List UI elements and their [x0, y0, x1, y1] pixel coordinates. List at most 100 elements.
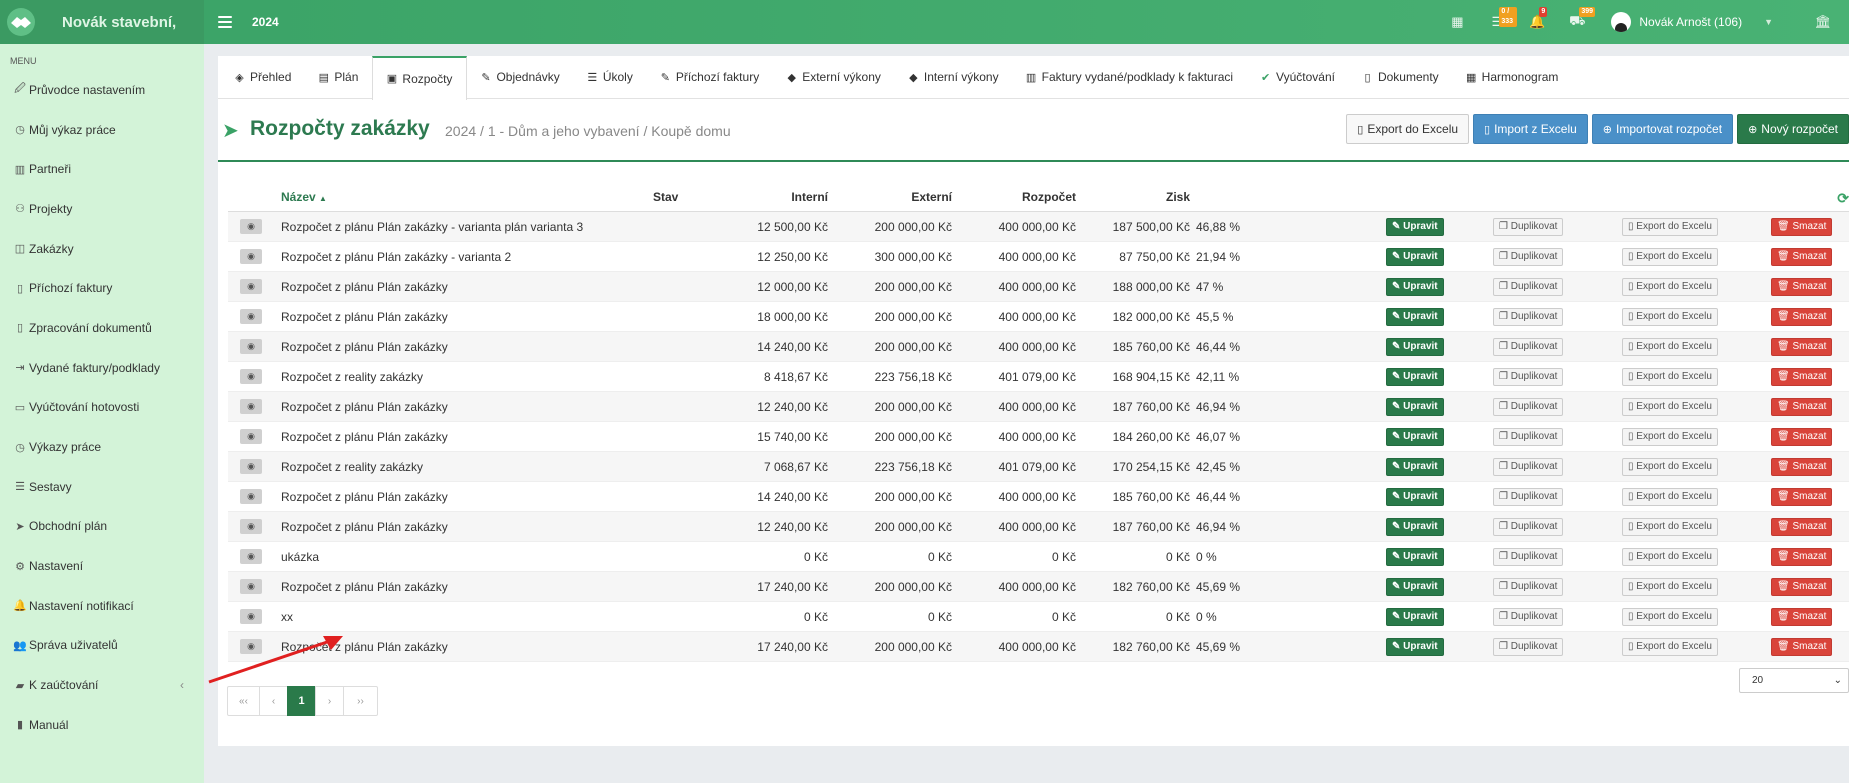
export-row-button[interactable]: ▯ Export do Excelu — [1622, 578, 1718, 596]
tab-2[interactable]: ▤ Plán — [305, 56, 372, 99]
export-row-button[interactable]: ▯ Export do Excelu — [1622, 368, 1718, 386]
edit-button[interactable]: ✎ Upravit — [1386, 218, 1444, 236]
page-last-button[interactable]: ›› — [343, 686, 378, 716]
tab-6[interactable]: ✎ Příchozí faktury — [647, 56, 773, 99]
tab-9[interactable]: ▥ Faktury vydané/podklady k fakturaci — [1013, 56, 1247, 99]
eye-icon[interactable]: ◉ — [240, 399, 262, 414]
per-page-select[interactable]: 20 ⌄ — [1739, 668, 1849, 693]
sidebar-item-výkazy-práce[interactable]: ◷ Výkazy práce — [0, 427, 204, 467]
sidebar-item-vydané-faktury-podklady[interactable]: ⇥ Vydané faktury/podklady — [0, 348, 204, 388]
export-row-button[interactable]: ▯ Export do Excelu — [1622, 428, 1718, 446]
delete-button[interactable]: 🗑 Smazat — [1771, 248, 1833, 266]
edit-button[interactable]: ✎ Upravit — [1386, 578, 1444, 596]
duplicate-button[interactable]: ❐ Duplikovat — [1493, 428, 1564, 446]
edit-button[interactable]: ✎ Upravit — [1386, 338, 1444, 356]
duplicate-button[interactable]: ❐ Duplikovat — [1493, 548, 1564, 566]
sidebar-item-partneři[interactable]: ▥ Partneři — [0, 149, 204, 189]
eye-icon[interactable]: ◉ — [240, 579, 262, 594]
eye-icon[interactable]: ◉ — [240, 279, 262, 294]
tasks-icon[interactable]: ☰ 0 / 333 — [1477, 0, 1518, 44]
export-row-button[interactable]: ▯ Export do Excelu — [1622, 548, 1718, 566]
duplicate-button[interactable]: ❐ Duplikovat — [1493, 248, 1564, 266]
sidebar-item-zakázky[interactable]: ◫ Zakázky — [0, 229, 204, 269]
delete-button[interactable]: 🗑 Smazat — [1771, 308, 1833, 326]
export-row-button[interactable]: ▯ Export do Excelu — [1622, 638, 1718, 656]
eye-icon[interactable]: ◉ — [240, 249, 262, 264]
sidebar-item-sestavy[interactable]: ☰ Sestavy — [0, 467, 204, 507]
tab-5[interactable]: ☰ Úkoly — [574, 56, 647, 99]
edit-button[interactable]: ✎ Upravit — [1386, 398, 1444, 416]
edit-button[interactable]: ✎ Upravit — [1386, 608, 1444, 626]
brand[interactable]: Novák stavební, — [0, 0, 204, 44]
tab-12[interactable]: ▦ Harmonogram — [1453, 56, 1573, 99]
sidebar-item-nastavení-notifikací[interactable]: 🔔 Nastavení notifikací — [0, 586, 204, 626]
page-next-button[interactable]: › — [315, 686, 344, 716]
delete-button[interactable]: 🗑 Smazat — [1771, 218, 1833, 236]
eye-icon[interactable]: ◉ — [240, 219, 262, 234]
duplicate-button[interactable]: ❐ Duplikovat — [1493, 278, 1564, 296]
sidebar-item-vyúčtování-hotovosti[interactable]: ▭ Vyúčtování hotovosti — [0, 388, 204, 428]
tab-8[interactable]: ◆ Interní výkony — [895, 56, 1013, 99]
eye-icon[interactable]: ◉ — [240, 549, 262, 564]
import-budget-button[interactable]: ⊕ Importovat rozpočet — [1591, 114, 1734, 144]
export-row-button[interactable]: ▯ Export do Excelu — [1622, 608, 1718, 626]
edit-button[interactable]: ✎ Upravit — [1386, 518, 1444, 536]
duplicate-button[interactable]: ❐ Duplikovat — [1493, 488, 1564, 506]
import-excel-button[interactable]: ▯ Import z Excelu — [1473, 114, 1588, 144]
delete-button[interactable]: 🗑 Smazat — [1771, 368, 1833, 386]
delete-button[interactable]: 🗑 Smazat — [1771, 608, 1833, 626]
eye-icon[interactable]: ◉ — [240, 429, 262, 444]
tab-4[interactable]: ✎ Objednávky — [467, 56, 573, 99]
delete-button[interactable]: 🗑 Smazat — [1771, 428, 1833, 446]
edit-button[interactable]: ✎ Upravit — [1386, 458, 1444, 476]
tab-7[interactable]: ◆ Externí výkony — [773, 56, 895, 99]
eye-icon[interactable]: ◉ — [240, 339, 262, 354]
delete-button[interactable]: 🗑 Smazat — [1771, 398, 1833, 416]
calendar-icon[interactable]: ▦ — [1437, 0, 1477, 44]
edit-button[interactable]: ✎ Upravit — [1386, 278, 1444, 296]
duplicate-button[interactable]: ❐ Duplikovat — [1493, 518, 1564, 536]
edit-button[interactable]: ✎ Upravit — [1386, 638, 1444, 656]
page-current-button[interactable]: 1 — [287, 686, 316, 716]
eye-icon[interactable]: ◉ — [240, 489, 262, 504]
new-budget-button[interactable]: ⊕ Nový rozpočet — [1737, 114, 1849, 144]
sidebar-item-k-zaúčtování[interactable]: ▰ K zaúčtování ‹ — [0, 665, 204, 705]
export-row-button[interactable]: ▯ Export do Excelu — [1622, 488, 1718, 506]
delete-button[interactable]: 🗑 Smazat — [1771, 458, 1833, 476]
bank-icon[interactable]: 🏛 — [1803, 0, 1843, 44]
export-row-button[interactable]: ▯ Export do Excelu — [1622, 278, 1718, 296]
delete-button[interactable]: 🗑 Smazat — [1771, 278, 1833, 296]
export-excel-button[interactable]: ▯ Export do Excelu — [1346, 114, 1470, 144]
export-row-button[interactable]: ▯ Export do Excelu — [1622, 308, 1718, 326]
sidebar-item-průvodce-nastavením[interactable]: 🖉 Průvodce nastavením — [0, 70, 204, 110]
delete-button[interactable]: 🗑 Smazat — [1771, 518, 1833, 536]
sidebar-item-manuál[interactable]: ▮ Manuál — [0, 705, 204, 745]
export-row-button[interactable]: ▯ Export do Excelu — [1622, 218, 1718, 236]
duplicate-button[interactable]: ❐ Duplikovat — [1493, 218, 1564, 236]
duplicate-button[interactable]: ❐ Duplikovat — [1493, 578, 1564, 596]
page-prev-button[interactable]: ‹ — [259, 686, 288, 716]
eye-icon[interactable]: ◉ — [240, 459, 262, 474]
export-row-button[interactable]: ▯ Export do Excelu — [1622, 248, 1718, 266]
edit-button[interactable]: ✎ Upravit — [1386, 248, 1444, 266]
user-menu[interactable]: Novák Arnošt (106) ▼ — [1611, 12, 1773, 32]
edit-button[interactable]: ✎ Upravit — [1386, 488, 1444, 506]
delete-button[interactable]: 🗑 Smazat — [1771, 488, 1833, 506]
page-first-button[interactable]: «‹ — [227, 686, 260, 716]
duplicate-button[interactable]: ❐ Duplikovat — [1493, 458, 1564, 476]
bell-icon[interactable]: 🔔 9 — [1517, 0, 1557, 44]
duplicate-button[interactable]: ❐ Duplikovat — [1493, 368, 1564, 386]
sidebar-item-můj-výkaz-práce[interactable]: ◷ Můj výkaz práce — [0, 110, 204, 150]
year-selector[interactable]: 2024 — [252, 15, 279, 29]
edit-button[interactable]: ✎ Upravit — [1386, 548, 1444, 566]
eye-icon[interactable]: ◉ — [240, 369, 262, 384]
duplicate-button[interactable]: ❐ Duplikovat — [1493, 308, 1564, 326]
duplicate-button[interactable]: ❐ Duplikovat — [1493, 638, 1564, 656]
export-row-button[interactable]: ▯ Export do Excelu — [1622, 518, 1718, 536]
edit-button[interactable]: ✎ Upravit — [1386, 368, 1444, 386]
tab-3[interactable]: ▣ Rozpočty — [372, 55, 468, 100]
tab-10[interactable]: ✔ Vyúčtování — [1247, 56, 1349, 99]
truck-icon[interactable]: ⛟ 399 — [1557, 0, 1597, 44]
export-row-button[interactable]: ▯ Export do Excelu — [1622, 458, 1718, 476]
tab-1[interactable]: ◈ Přehled — [221, 56, 305, 99]
